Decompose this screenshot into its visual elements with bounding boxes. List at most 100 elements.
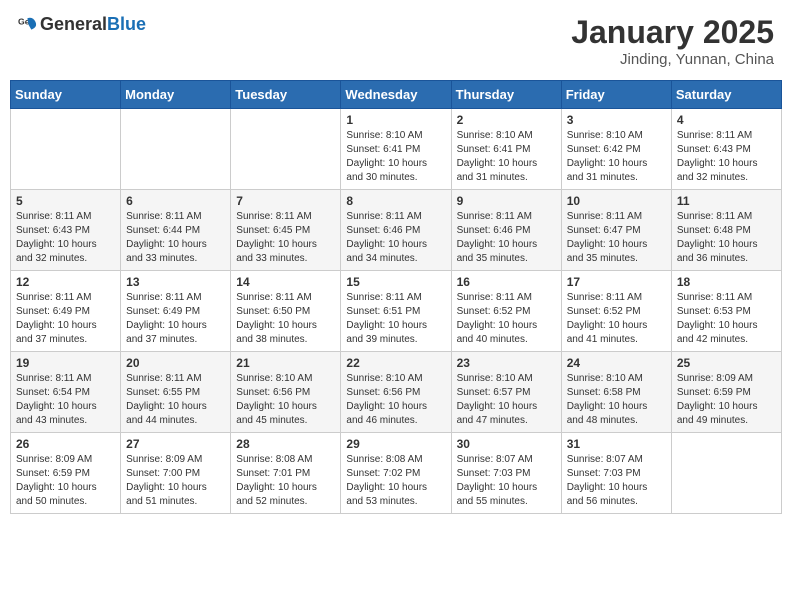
page-header: Ge GeneralBlue January 2025 Jinding, Yun… <box>10 10 782 72</box>
day-info: Sunrise: 8:11 AM Sunset: 6:49 PM Dayligh… <box>16 291 115 347</box>
calendar-cell: 30 Sunrise: 8:07 AM Sunset: 7:03 PM Dayli… <box>451 433 561 514</box>
day-number: 10 <box>567 194 666 208</box>
day-header-sunday: Sunday <box>11 81 121 109</box>
day-info: Sunrise: 8:11 AM Sunset: 6:45 PM Dayligh… <box>236 210 335 266</box>
day-info: Sunrise: 8:11 AM Sunset: 6:54 PM Dayligh… <box>16 372 115 428</box>
calendar-cell: 15 Sunrise: 8:11 AM Sunset: 6:51 PM Dayli… <box>341 271 451 352</box>
calendar-cell <box>231 109 341 190</box>
day-info: Sunrise: 8:09 AM Sunset: 7:00 PM Dayligh… <box>126 453 225 509</box>
calendar-cell: 19Sunrise: 8:11 AM Sunset: 6:54 PM Dayli… <box>11 352 121 433</box>
day-number: 2 <box>457 113 556 127</box>
calendar-cell <box>121 109 231 190</box>
calendar-cell: 24 Sunrise: 8:10 AM Sunset: 6:58 PM Dayli… <box>561 352 671 433</box>
day-info: Sunrise: 8:11 AM Sunset: 6:46 PM Dayligh… <box>457 210 556 266</box>
calendar-cell: 14Sunrise: 8:11 AM Sunset: 6:50 PM Dayli… <box>231 271 341 352</box>
day-info: Sunrise: 8:11 AM Sunset: 6:48 PM Dayligh… <box>677 210 776 266</box>
calendar-cell: 29 Sunrise: 8:08 AM Sunset: 7:02 PM Dayli… <box>341 433 451 514</box>
calendar-cell: 3 Sunrise: 8:10 AM Sunset: 6:42 PM Daylig… <box>561 109 671 190</box>
calendar-cell: 26 Sunrise: 8:09 AM Sunset: 6:59 PM Dayli… <box>11 433 121 514</box>
calendar-cell: 7 Sunrise: 8:11 AM Sunset: 6:45 PM Daylig… <box>231 190 341 271</box>
calendar-cell: 18 Sunrise: 8:11 AM Sunset: 6:53 PM Dayli… <box>671 271 781 352</box>
calendar-week-row: 12 Sunrise: 8:11 AM Sunset: 6:49 PM Dayli… <box>11 271 782 352</box>
calendar-cell: 13 Sunrise: 8:11 AM Sunset: 6:49 PM Dayli… <box>121 271 231 352</box>
logo-general-text: General <box>40 14 107 34</box>
calendar-cell: 8Sunrise: 8:11 AM Sunset: 6:46 PM Daylig… <box>341 190 451 271</box>
day-number: 20 <box>126 356 225 370</box>
day-number: 22 <box>346 356 445 370</box>
calendar-cell: 25Sunrise: 8:09 AM Sunset: 6:59 PM Dayli… <box>671 352 781 433</box>
calendar-cell: 27 Sunrise: 8:09 AM Sunset: 7:00 PM Dayli… <box>121 433 231 514</box>
month-title: January 2025 <box>571 14 774 51</box>
day-number: 11 <box>677 194 776 208</box>
calendar-cell: 28 Sunrise: 8:08 AM Sunset: 7:01 PM Dayli… <box>231 433 341 514</box>
day-number: 6 <box>126 194 225 208</box>
day-number: 13 <box>126 275 225 289</box>
day-number: 15 <box>346 275 445 289</box>
day-number: 31 <box>567 437 666 451</box>
calendar-week-row: 1 Sunrise: 8:10 AM Sunset: 6:41 PM Daylig… <box>11 109 782 190</box>
day-info: Sunrise: 8:11 AM Sunset: 6:49 PM Dayligh… <box>126 291 225 347</box>
day-info: Sunrise: 8:10 AM Sunset: 6:58 PM Dayligh… <box>567 372 666 428</box>
calendar-cell: 31 Sunrise: 8:07 AM Sunset: 7:03 PM Dayli… <box>561 433 671 514</box>
day-info: Sunrise: 8:11 AM Sunset: 6:50 PM Dayligh… <box>236 291 335 347</box>
calendar-header-row: SundayMondayTuesdayWednesdayThursdayFrid… <box>11 81 782 109</box>
calendar-cell: 2 Sunrise: 8:10 AM Sunset: 6:41 PM Daylig… <box>451 109 561 190</box>
calendar-cell: 16Sunrise: 8:11 AM Sunset: 6:52 PM Dayli… <box>451 271 561 352</box>
day-number: 28 <box>236 437 335 451</box>
day-info: Sunrise: 8:11 AM Sunset: 6:52 PM Dayligh… <box>457 291 556 347</box>
calendar-cell: 12 Sunrise: 8:11 AM Sunset: 6:49 PM Dayli… <box>11 271 121 352</box>
day-number: 30 <box>457 437 556 451</box>
day-info: Sunrise: 8:10 AM Sunset: 6:41 PM Dayligh… <box>457 129 556 185</box>
calendar-cell: 4Sunrise: 8:11 AM Sunset: 6:43 PM Daylig… <box>671 109 781 190</box>
day-number: 24 <box>567 356 666 370</box>
day-info: Sunrise: 8:09 AM Sunset: 6:59 PM Dayligh… <box>16 453 115 509</box>
calendar-cell: 23Sunrise: 8:10 AM Sunset: 6:57 PM Dayli… <box>451 352 561 433</box>
day-info: Sunrise: 8:11 AM Sunset: 6:53 PM Dayligh… <box>677 291 776 347</box>
day-number: 21 <box>236 356 335 370</box>
day-number: 27 <box>126 437 225 451</box>
calendar-cell <box>671 433 781 514</box>
day-info: Sunrise: 8:10 AM Sunset: 6:56 PM Dayligh… <box>346 372 445 428</box>
day-number: 17 <box>567 275 666 289</box>
day-header-tuesday: Tuesday <box>231 81 341 109</box>
day-info: Sunrise: 8:11 AM Sunset: 6:55 PM Dayligh… <box>126 372 225 428</box>
day-info: Sunrise: 8:11 AM Sunset: 6:43 PM Dayligh… <box>677 129 776 185</box>
day-number: 29 <box>346 437 445 451</box>
location-title: Jinding, Yunnan, China <box>571 51 774 68</box>
calendar-table: SundayMondayTuesdayWednesdayThursdayFrid… <box>10 80 782 514</box>
calendar-week-row: 19Sunrise: 8:11 AM Sunset: 6:54 PM Dayli… <box>11 352 782 433</box>
day-number: 12 <box>16 275 115 289</box>
day-header-monday: Monday <box>121 81 231 109</box>
day-info: Sunrise: 8:11 AM Sunset: 6:46 PM Dayligh… <box>346 210 445 266</box>
calendar-cell: 11 Sunrise: 8:11 AM Sunset: 6:48 PM Dayli… <box>671 190 781 271</box>
day-info: Sunrise: 8:11 AM Sunset: 6:52 PM Dayligh… <box>567 291 666 347</box>
day-info: Sunrise: 8:07 AM Sunset: 7:03 PM Dayligh… <box>567 453 666 509</box>
day-info: Sunrise: 8:08 AM Sunset: 7:02 PM Dayligh… <box>346 453 445 509</box>
day-info: Sunrise: 8:07 AM Sunset: 7:03 PM Dayligh… <box>457 453 556 509</box>
day-info: Sunrise: 8:08 AM Sunset: 7:01 PM Dayligh… <box>236 453 335 509</box>
calendar-week-row: 26 Sunrise: 8:09 AM Sunset: 6:59 PM Dayli… <box>11 433 782 514</box>
day-number: 9 <box>457 194 556 208</box>
day-info: Sunrise: 8:10 AM Sunset: 6:56 PM Dayligh… <box>236 372 335 428</box>
calendar-cell: 9 Sunrise: 8:11 AM Sunset: 6:46 PM Daylig… <box>451 190 561 271</box>
calendar-cell: 10Sunrise: 8:11 AM Sunset: 6:47 PM Dayli… <box>561 190 671 271</box>
day-number: 26 <box>16 437 115 451</box>
calendar-cell: 6 Sunrise: 8:11 AM Sunset: 6:44 PM Daylig… <box>121 190 231 271</box>
day-number: 23 <box>457 356 556 370</box>
day-number: 1 <box>346 113 445 127</box>
logo-icon: Ge <box>18 15 38 35</box>
day-info: Sunrise: 8:11 AM Sunset: 6:43 PM Dayligh… <box>16 210 115 266</box>
calendar-cell <box>11 109 121 190</box>
day-number: 3 <box>567 113 666 127</box>
calendar-cell: 22 Sunrise: 8:10 AM Sunset: 6:56 PM Dayli… <box>341 352 451 433</box>
day-info: Sunrise: 8:11 AM Sunset: 6:51 PM Dayligh… <box>346 291 445 347</box>
day-number: 5 <box>16 194 115 208</box>
day-number: 7 <box>236 194 335 208</box>
day-header-wednesday: Wednesday <box>341 81 451 109</box>
day-header-thursday: Thursday <box>451 81 561 109</box>
calendar-cell: 1Sunrise: 8:10 AM Sunset: 6:41 PM Daylig… <box>341 109 451 190</box>
day-info: Sunrise: 8:10 AM Sunset: 6:42 PM Dayligh… <box>567 129 666 185</box>
day-info: Sunrise: 8:11 AM Sunset: 6:44 PM Dayligh… <box>126 210 225 266</box>
calendar-cell: 17 Sunrise: 8:11 AM Sunset: 6:52 PM Dayli… <box>561 271 671 352</box>
day-number: 18 <box>677 275 776 289</box>
